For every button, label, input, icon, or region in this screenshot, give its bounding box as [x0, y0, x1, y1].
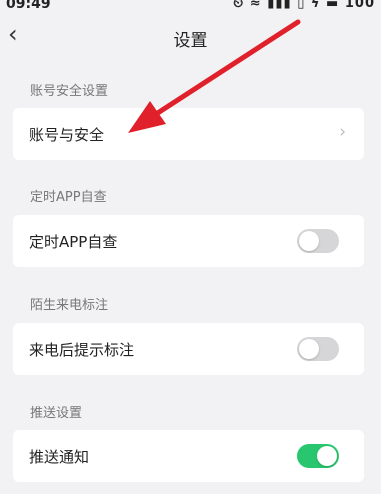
push-notify-toggle[interactable]: [297, 444, 339, 468]
settings-row-account-security[interactable]: 账号与安全 ›: [13, 108, 364, 160]
status-time: 09:49: [6, 0, 51, 12]
toggle-knob: [299, 339, 319, 359]
battery-icon: ▬: [326, 0, 340, 11]
toggle-knob: [299, 231, 319, 251]
page-title: 设置: [173, 31, 208, 51]
app-check-toggle[interactable]: [297, 229, 339, 253]
status-icons: ⏲ ≈ ▮▮▮ ▯ ϟ ▬ 100: [233, 0, 375, 11]
section-label-account: 账号安全设置: [30, 84, 109, 99]
signal-icon: ▮▮▮: [267, 0, 292, 11]
wifi-icon: ≈: [249, 0, 262, 11]
battery-level: 100: [344, 0, 375, 11]
section-label-stranger-call: 陌生来电标注: [30, 298, 109, 313]
settings-row-push-notify: 推送通知: [13, 430, 364, 482]
data-icon: ▯: [297, 0, 306, 11]
row-label: 账号与安全: [29, 126, 105, 144]
section-label-app-check: 定时APP自查: [30, 190, 107, 205]
status-bar: 09:49 ⏲ ≈ ▮▮▮ ▯ ϟ ▬ 100: [0, 0, 381, 14]
row-label: 推送通知: [29, 448, 90, 466]
alarm-icon: ⏲: [233, 0, 245, 11]
call-mark-toggle[interactable]: [297, 337, 339, 361]
charging-icon: ϟ: [310, 0, 321, 11]
chevron-right-icon: ›: [339, 122, 346, 142]
toggle-knob: [317, 446, 337, 466]
row-label: 来电后提示标注: [29, 341, 135, 359]
settings-row-call-mark: 来电后提示标注: [13, 323, 364, 375]
row-label: 定时APP自查: [29, 233, 118, 251]
section-label-push: 推送设置: [30, 406, 83, 421]
settings-row-app-check: 定时APP自查: [13, 215, 364, 267]
nav-bar: ‹ 设置: [0, 16, 381, 56]
